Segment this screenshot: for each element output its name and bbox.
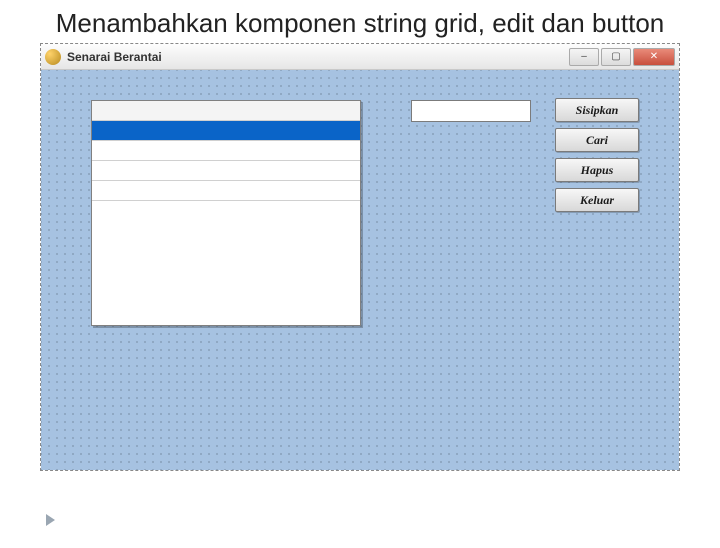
window-title: Senarai Berantai — [67, 50, 567, 64]
cari-button[interactable]: Cari — [555, 128, 639, 152]
grid-fixed-row — [92, 101, 360, 121]
slide-title: Menambahkan komponen string grid, edit d… — [40, 8, 680, 39]
grid-row-selected[interactable] — [92, 121, 360, 141]
close-button[interactable]: ✕ — [633, 48, 675, 66]
keluar-button[interactable]: Keluar — [555, 188, 639, 212]
maximize-button[interactable]: ▢ — [601, 48, 631, 66]
minimize-button[interactable]: – — [569, 48, 599, 66]
grid-row[interactable] — [92, 141, 360, 161]
slide-bullet-icon — [46, 514, 55, 526]
form-designer-surface[interactable]: Sisipkan Cari Hapus Keluar — [41, 70, 679, 470]
sisipkan-button[interactable]: Sisipkan — [555, 98, 639, 122]
app-window: Senarai Berantai – ▢ ✕ Sisipkan Cari Hap… — [40, 43, 680, 471]
grid-row[interactable] — [92, 181, 360, 201]
string-grid[interactable] — [91, 100, 361, 326]
hapus-button[interactable]: Hapus — [555, 158, 639, 182]
grid-row[interactable] — [92, 161, 360, 181]
titlebar[interactable]: Senarai Berantai – ▢ ✕ — [41, 44, 679, 70]
app-icon — [45, 49, 61, 65]
window-buttons: – ▢ ✕ — [567, 48, 675, 66]
edit-input[interactable] — [411, 100, 531, 122]
